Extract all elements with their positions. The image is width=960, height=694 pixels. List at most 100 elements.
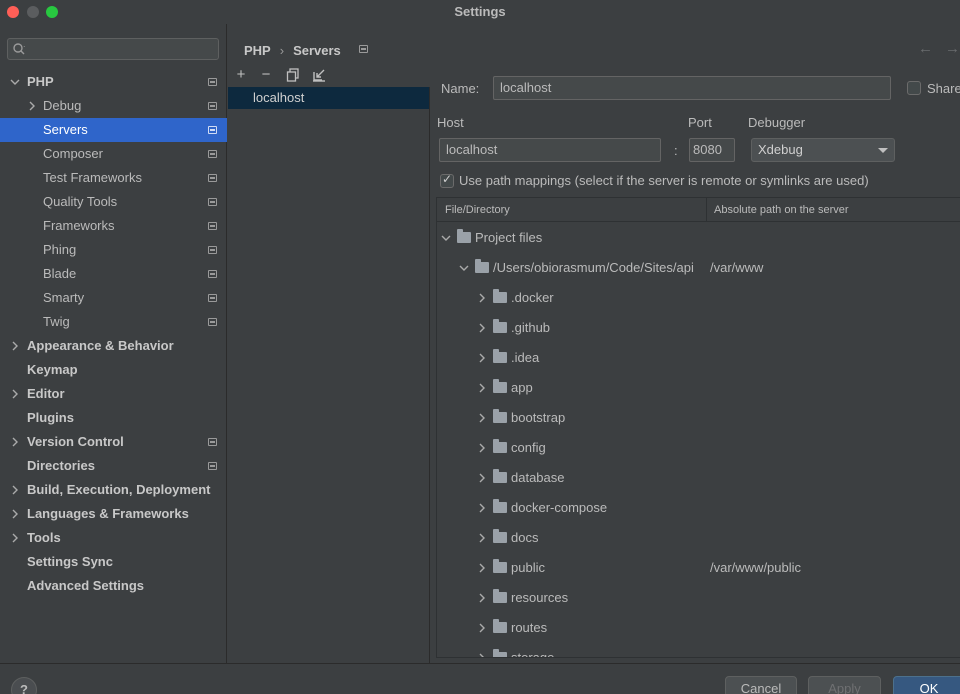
mapping-row[interactable]: public/var/www/public [437,553,960,583]
sidebar-item-languages-frameworks[interactable]: Languages & Frameworks [0,502,227,526]
sidebar-item-appearance-behavior[interactable]: Appearance & Behavior [0,334,227,358]
sidebar-item-label: PHP [27,74,54,89]
mapping-row[interactable]: database [437,463,960,493]
chevron-right-icon[interactable] [477,383,487,393]
sidebar-item-phing[interactable]: Phing [0,238,227,262]
column-divider[interactable] [706,198,707,222]
help-button[interactable]: ? [11,677,37,694]
server-list-item[interactable]: localhost [228,87,429,109]
mapping-row[interactable]: routes [437,613,960,643]
sidebar-item-smarty[interactable]: Smarty [0,286,227,310]
path-mappings-table: File/Directory Absolute path on the serv… [436,197,960,658]
sidebar-item-keymap[interactable]: Keymap [0,358,227,382]
col-server-path[interactable]: Absolute path on the server [714,198,849,222]
mapping-row[interactable]: .docker [437,283,960,313]
sidebar-item-build-execution-deployment[interactable]: Build, Execution, Deployment [0,478,227,502]
sidebar-item-php[interactable]: PHP [0,70,227,94]
sidebar-item-tools[interactable]: Tools [0,526,227,550]
sidebar-item-directories[interactable]: Directories [0,454,227,478]
chevron-right-icon[interactable] [477,473,487,483]
chevron-right-icon[interactable] [477,563,487,573]
mapping-row[interactable]: .idea [437,343,960,373]
sidebar-item-frameworks[interactable]: Frameworks [0,214,227,238]
chevron-right-icon[interactable] [477,623,487,633]
chevron-right-icon[interactable] [477,443,487,453]
chevron-right-icon[interactable] [27,101,37,111]
mapping-row[interactable]: app [437,373,960,403]
mapping-row[interactable]: bootstrap [437,403,960,433]
sidebar-item-test-frameworks[interactable]: Test Frameworks [0,166,227,190]
folder-icon [493,499,507,513]
settings-search-input[interactable] [7,38,219,60]
sidebar-item-debug[interactable]: Debug [0,94,227,118]
mapping-row[interactable]: Project files [437,223,960,253]
sidebar-item-blade[interactable]: Blade [0,262,227,286]
sidebar-item-twig[interactable]: Twig [0,310,227,334]
sidebar-item-composer[interactable]: Composer [0,142,227,166]
mapping-server-path[interactable]: /var/www [710,253,763,283]
mapping-row[interactable]: config [437,433,960,463]
sidebar-item-label: Plugins [27,410,74,425]
sidebar-item-label: Advanced Settings [27,578,145,593]
sidebar-item-advanced-settings[interactable]: Advanced Settings [0,574,227,598]
import-server-button[interactable] [310,66,328,84]
folder-icon [493,349,507,363]
chevron-right-icon[interactable] [477,503,487,513]
chevron-right-icon[interactable] [10,389,20,399]
window-title: Settings [454,4,506,19]
chevron-right-icon[interactable] [477,413,487,423]
port-label: Port [688,115,712,130]
mapping-row[interactable]: .github [437,313,960,343]
chevron-right-icon[interactable] [477,653,487,658]
chevron-down-icon[interactable] [441,233,451,243]
col-file-directory[interactable]: File/Directory [445,198,510,222]
back-arrow-icon[interactable]: ← [918,40,933,57]
copy-server-button[interactable] [284,66,302,84]
forward-arrow-icon[interactable]: → [945,40,960,57]
apply-button[interactable]: Apply [808,676,881,694]
chevron-down-icon[interactable] [10,77,20,87]
sidebar-item-quality-tools[interactable]: Quality Tools [0,190,227,214]
debugger-select[interactable]: Xdebug [751,138,895,162]
mapping-row[interactable]: /Users/obiorasmum/Code/Sites/api/var/www [437,253,960,283]
breadcrumb-php[interactable]: PHP [244,42,271,60]
sidebar-item-editor[interactable]: Editor [0,382,227,406]
chevron-right-icon[interactable] [477,593,487,603]
chevron-right-icon[interactable] [477,293,487,303]
project-level-icon [208,438,217,446]
port-input[interactable]: 8080 [689,138,735,162]
chevron-right-icon[interactable] [10,485,20,495]
host-input[interactable]: localhost [439,138,661,162]
remove-server-button[interactable]: − [257,66,275,84]
path-mappings-checkbox[interactable] [440,172,454,188]
path-mappings-label: Use path mappings (select if the server … [459,173,869,188]
chevron-down-icon[interactable] [459,263,469,273]
mappings-header: File/Directory Absolute path on the serv… [437,198,960,222]
mapping-local-path: docs [511,530,539,545]
chevron-right-icon[interactable] [477,533,487,543]
sidebar-item-plugins[interactable]: Plugins [0,406,227,430]
chevron-right-icon[interactable] [10,533,20,543]
chevron-right-icon[interactable] [10,437,20,447]
mapping-row[interactable]: storage [437,643,960,658]
sidebar-item-label: Phing [43,242,77,257]
chevron-right-icon[interactable] [10,509,20,519]
mapping-row[interactable]: docs [437,523,960,553]
server-name-input[interactable]: localhost [493,76,891,100]
ok-button[interactable]: OK [893,676,960,694]
sidebar-item-settings-sync[interactable]: Settings Sync [0,550,227,574]
chevron-right-icon[interactable] [477,353,487,363]
cancel-button[interactable]: Cancel [725,676,797,694]
chevron-right-icon[interactable] [477,323,487,333]
mapping-local-path: docker-compose [511,500,608,515]
sidebar-item-label: Keymap [27,362,78,377]
chevron-right-icon[interactable] [10,341,20,351]
share-checkbox[interactable] [907,81,921,95]
mapping-server-path[interactable]: /var/www/public [710,553,801,583]
sidebar-item-version-control[interactable]: Version Control [0,430,227,454]
add-server-button[interactable]: + [232,66,250,84]
sidebar-item-servers[interactable]: Servers [0,118,227,142]
mapping-row[interactable]: resources [437,583,960,613]
settings-sidebar: PHP Debug Servers Composer Test Frameworks Qu… [0,24,227,663]
mapping-row[interactable]: docker-compose [437,493,960,523]
